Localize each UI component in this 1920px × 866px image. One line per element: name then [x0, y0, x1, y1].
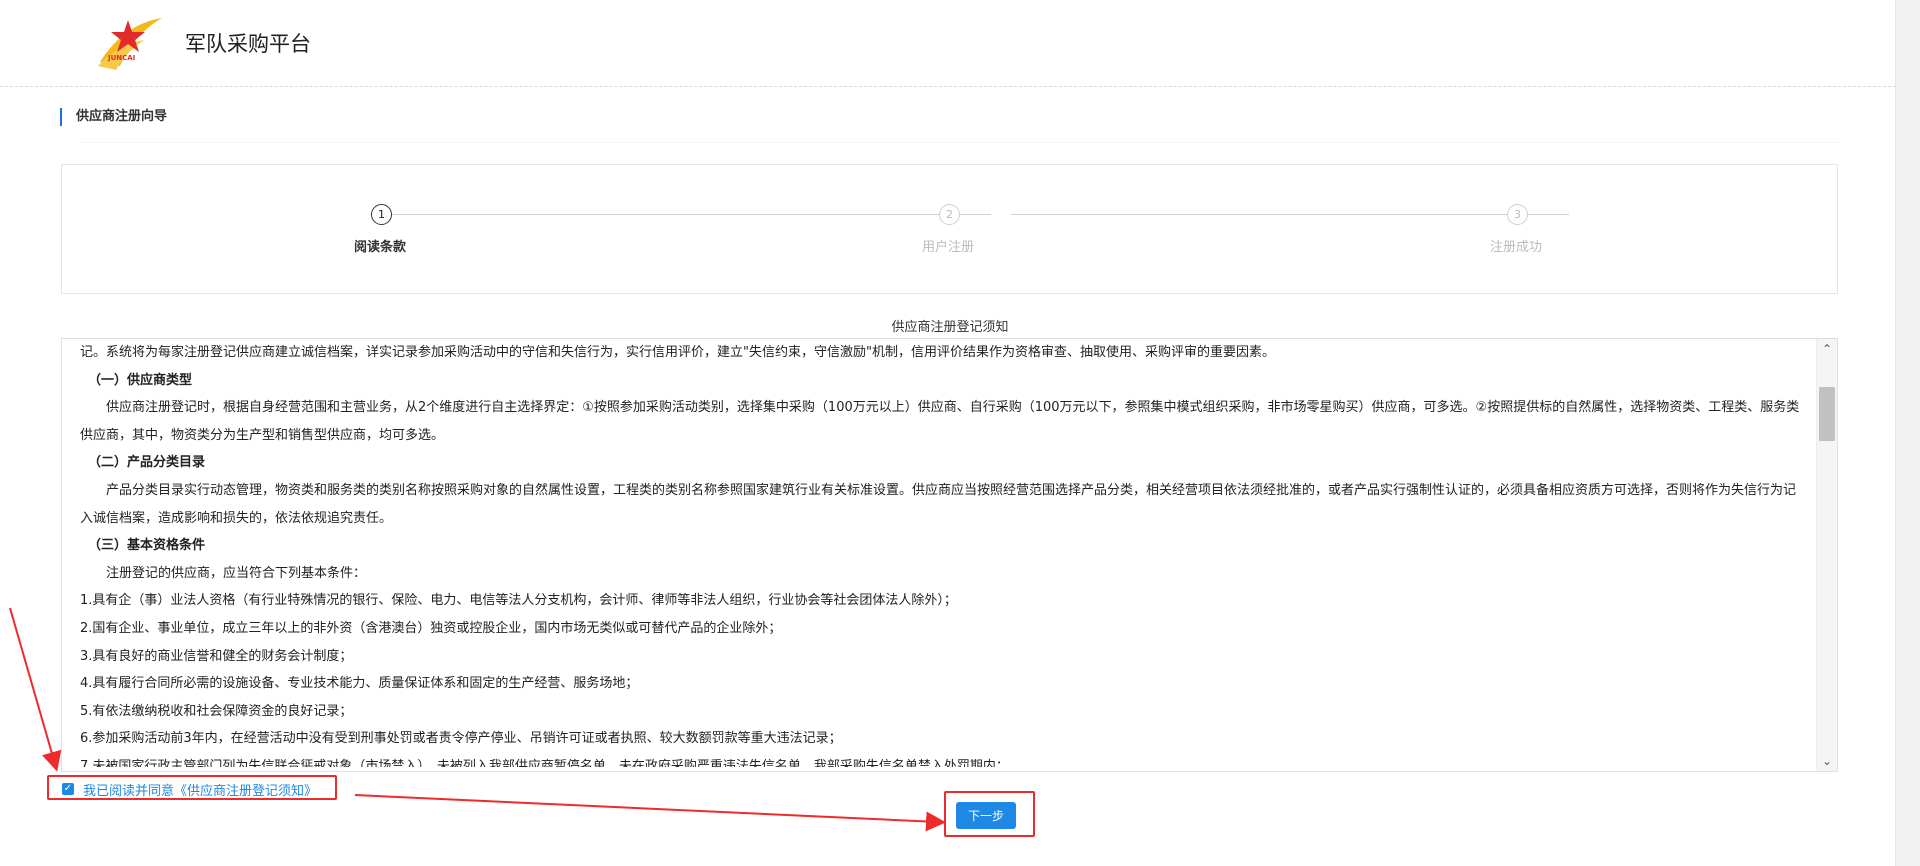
back-button-placeholder [898, 802, 936, 829]
junkai-logo-icon: JUNCAI [98, 18, 162, 70]
divider [80, 142, 1840, 143]
notice-paragraph: 供应商注册登记时，根据自身经营范围和主营业务，从2个维度进行自主选择界定：①按照… [80, 400, 1800, 443]
step-2-label: 用户注册 [921, 240, 974, 255]
arrow-to-next-button-icon [354, 794, 946, 832]
agree-checkbox-row[interactable]: ✓ 我已阅读并同意《供应商注册登记须知》 [47, 775, 337, 800]
scroll-up-icon[interactable]: ⌃ [1817, 339, 1837, 359]
section-title: 供应商注册向导 [60, 108, 167, 126]
notice-paragraph: 注册登记的供应商，应当符合下列基本条件： [106, 565, 367, 581]
notice-list-item: 5.有依法缴纳税收和社会保障资金的良好记录； [80, 703, 353, 719]
notice-list-item: 1.具有企（事）业法人资格（有行业特殊情况的银行、保险、电力、电信等法人分支机构… [80, 593, 957, 609]
notice-title: 供应商注册登记须知 [891, 320, 1009, 335]
arrow-to-checkbox-icon [9, 607, 62, 772]
step-2-circle: 2 [939, 204, 960, 225]
logo-text: JUNCAI [107, 54, 135, 62]
notice-paragraph: 产品分类目录实行动态管理，物资类和服务类的类别名称按照采购对象的自然属性设置，工… [80, 482, 1797, 526]
notice-heading: （三）基本资格条件 [88, 538, 206, 554]
app-title: 军队采购平台 [185, 32, 311, 56]
notice-list-item: 7.未被国家行政主管部门列为失信联合惩戒对象（市场禁入），未被列入我部供应商暂停… [80, 758, 1009, 767]
step-connector [1011, 214, 1569, 215]
notice-content: 记。系统将为每家注册登记供应商建立诚信档案，详实记录参加采购活动中的守信和失信行… [80, 339, 1800, 767]
notice-scrollbar[interactable]: ⌃ ⌄ [1816, 339, 1837, 771]
agree-label[interactable]: 我已阅读并同意《供应商注册登记须知》 [83, 780, 317, 799]
notice-heading: （二）产品分类目录 [88, 455, 206, 471]
scroll-down-icon[interactable]: ⌄ [1817, 751, 1837, 771]
top-header: JUNCAI 军队采购平台 [0, 0, 1896, 87]
step-1-circle: 1 [371, 204, 392, 225]
agree-checkbox[interactable]: ✓ [62, 783, 74, 795]
steps-box: 1 阅读条款 2 用户注册 3 注册成功 [61, 164, 1838, 294]
notice-scroll-area[interactable]: 记。系统将为每家注册登记供应商建立诚信档案，详实记录参加采购活动中的守信和失信行… [61, 338, 1838, 772]
step-3-label: 注册成功 [1489, 240, 1542, 255]
notice-list-item: 3.具有良好的商业信誉和健全的财务会计制度； [80, 648, 353, 664]
step-1-label: 阅读条款 [353, 240, 406, 255]
notice-list-item: 6.参加采购活动前3年内，在经营活动中没有受到刑事处罚或者责令停产停业、吊销许可… [80, 731, 842, 747]
next-step-button[interactable]: 下一步 [956, 802, 1016, 829]
step-3-circle: 3 [1507, 204, 1528, 225]
notice-heading: （一）供应商类型 [88, 372, 193, 388]
notice-list-item: 4.具有履行合同所必需的设施设备、专业技术能力、质量保证体系和固定的生产经营、服… [80, 676, 639, 692]
page-scrollbar[interactable] [1895, 0, 1920, 866]
scroll-thumb[interactable] [1819, 387, 1835, 441]
step-connector [385, 214, 991, 215]
notice-list-item: 2.国有企业、事业单位，成立三年以上的非外资（含港澳台）独资或控股企业，国内市场… [80, 620, 782, 636]
notice-paragraph: 记。系统将为每家注册登记供应商建立诚信档案，详实记录参加采购活动中的守信和失信行… [80, 345, 1275, 360]
